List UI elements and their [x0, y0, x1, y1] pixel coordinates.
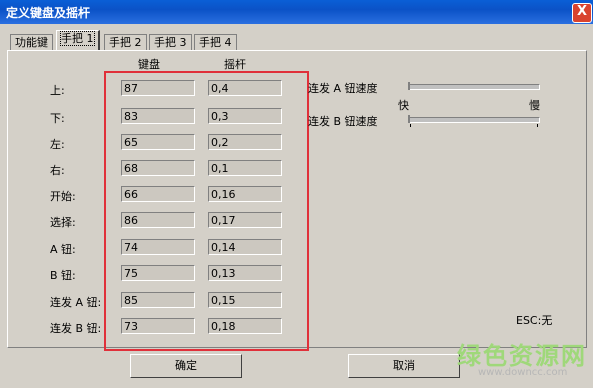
slider-tick [410, 124, 411, 127]
slider-tick [537, 124, 538, 127]
row-label: B 钮: [50, 269, 76, 282]
column-header-joystick: 摇杆 [224, 58, 246, 71]
turbo-b-speed-label: 连发 B 钮速度 [308, 115, 378, 128]
row-label: 上: [50, 84, 65, 97]
row-label: 右: [50, 164, 65, 177]
tab-controller-2[interactable]: 手把 2 [104, 34, 147, 51]
title-bar: 定义键盘及摇杆 X [0, 0, 593, 24]
row-label: 连发 B 钮: [50, 322, 102, 335]
row-label: 连发 A 钮: [50, 296, 102, 309]
cancel-button[interactable]: 取消 [348, 354, 460, 378]
turbo-a-speed-thumb[interactable] [408, 82, 410, 90]
column-header-keyboard: 键盘 [138, 58, 160, 71]
tab-controller-3[interactable]: 手把 3 [149, 34, 192, 51]
row-label: 左: [50, 138, 65, 151]
tab-function-keys[interactable]: 功能键 [10, 34, 53, 51]
row-label: 下: [50, 112, 65, 125]
turbo-b-speed-thumb[interactable] [408, 115, 410, 123]
row-label: 开始: [50, 190, 76, 203]
turbo-a-speed-slider[interactable] [408, 84, 540, 90]
row-label: 选择: [50, 216, 76, 229]
slider-fast-label: 快 [398, 99, 409, 112]
close-button[interactable]: X [572, 3, 592, 23]
slider-slow-label: 慢 [529, 99, 540, 112]
tab-controller-1[interactable]: 手把 1 [56, 30, 100, 51]
tab-controller-4[interactable]: 手把 4 [194, 34, 237, 51]
esc-note: ESC:无 [516, 314, 553, 327]
ok-button[interactable]: 确定 [130, 354, 242, 378]
turbo-b-speed-slider[interactable] [408, 117, 540, 123]
turbo-a-speed-label: 连发 A 钮速度 [308, 82, 378, 95]
highlight-box [104, 71, 309, 351]
window-title: 定义键盘及摇杆 [6, 6, 91, 20]
row-label: A 钮: [50, 243, 76, 256]
watermark-url: www.downcc.com [478, 367, 568, 378]
watermark-logo: 绿色资源网 [457, 342, 587, 370]
